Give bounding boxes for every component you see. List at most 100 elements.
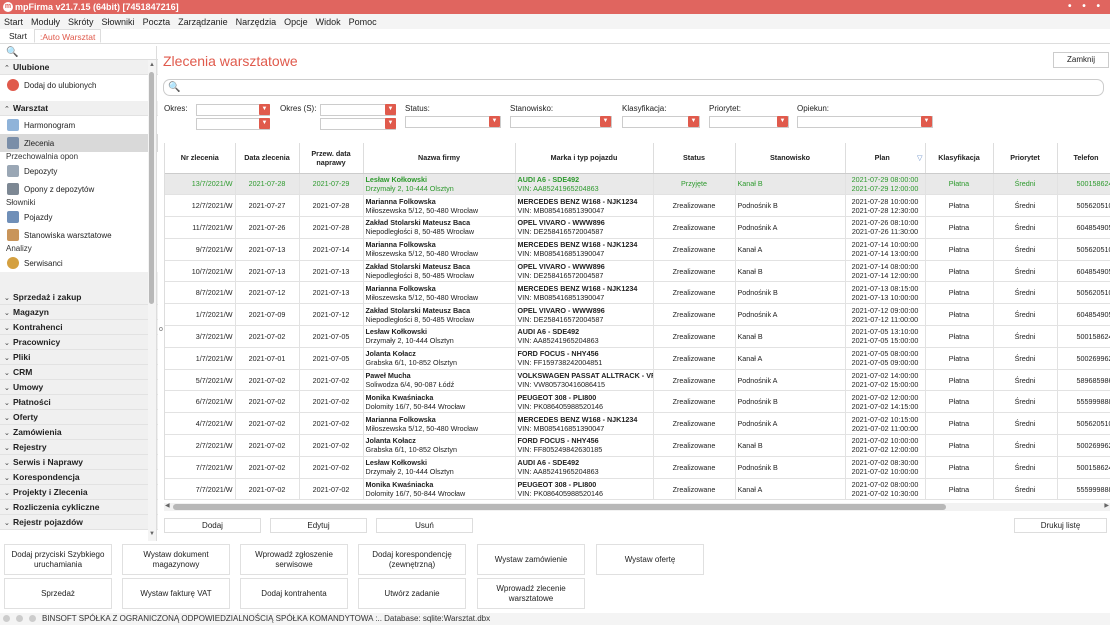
sidebar-item-pojazdy[interactable]: Pojazdy	[0, 208, 158, 226]
quick-offer-button[interactable]: Wystaw ofertę	[596, 544, 704, 575]
window-controls-icon[interactable]: • • •	[1068, 0, 1104, 14]
sidebar-section-pracownicy[interactable]: ⌄ Pracownicy	[0, 335, 158, 350]
table-row[interactable]: 6/7/2021/W 2021-07-02 2021-07-02 Monika Kwa…	[165, 390, 1110, 414]
sidebar-section-korespondencja[interactable]: ⌄ Korespondencja	[0, 470, 158, 485]
menu-skroty[interactable]: Skróty	[68, 17, 94, 27]
table-row[interactable]: 8/7/2021/W 2021-07-12 2021-07-13 Marianna F…	[165, 281, 1110, 305]
col-marka[interactable]: Marka i typ pojazdu	[515, 143, 654, 174]
sidebar-item-zlecenia[interactable]: Zlecenia	[0, 134, 158, 152]
col-nr-zlecenia[interactable]: Nr zlecenia	[165, 143, 236, 174]
sidebar-item-serwisanci[interactable]: Serwisanci	[0, 254, 158, 272]
col-stanowisko[interactable]: Stanowisko	[735, 143, 846, 174]
scroll-left-icon[interactable]: ◀	[165, 502, 170, 509]
tab-start[interactable]: Start	[4, 29, 32, 43]
edit-button[interactable]: Edytuj	[270, 518, 367, 533]
quick-service-request-button[interactable]: Wprowadź zgłoszenie serwisowe	[240, 544, 348, 575]
sidebar-section-rozliczenia[interactable]: ⌄ Rozliczenia cykliczne	[0, 500, 158, 515]
col-klasyfikacja[interactable]: Klasyfikacja	[925, 143, 994, 174]
table-row[interactable]: 12/7/2021/W 2021-07-27 2021-07-28 Marianna …	[165, 194, 1110, 218]
quick-vat-invoice-button[interactable]: Wystaw fakturę VAT	[122, 578, 230, 609]
sidebar-item-dodaj-ulubione[interactable]: Dodaj do ulubionych	[0, 75, 158, 95]
quick-correspondence-button[interactable]: Dodaj korespondencję (zewnętrzną)	[358, 544, 466, 575]
close-button[interactable]: Zamknij	[1053, 52, 1109, 68]
tab-auto-warsztat[interactable]: :Auto Warsztat	[33, 29, 102, 43]
quick-warehouse-doc-button[interactable]: Wystaw dokument magazynowy	[122, 544, 230, 575]
menu-widok[interactable]: Widok	[316, 17, 341, 27]
filter-stanowisko-select[interactable]	[510, 116, 612, 128]
dropdown-arrow-icon[interactable]: ▼	[777, 116, 788, 127]
table-row[interactable]: 9/7/2021/W 2021-07-13 2021-07-14 Marianna F…	[165, 238, 1110, 261]
quick-sale-button[interactable]: Sprzedaż	[4, 578, 112, 609]
sidebar-item-stanowiska[interactable]: Stanowiska warsztatowe	[0, 226, 158, 244]
col-status[interactable]: Status	[653, 143, 736, 174]
add-button[interactable]: Dodaj	[164, 518, 261, 533]
delete-button[interactable]: Usuń	[376, 518, 473, 533]
panel-splitter[interactable]	[156, 46, 157, 541]
dropdown-arrow-icon[interactable]: ▼	[385, 104, 396, 115]
menu-pomoc[interactable]: Pomoc	[349, 17, 377, 27]
horizontal-scrollbar[interactable]: ◀ ▶	[164, 503, 1110, 511]
sidebar-section-sprzedaz[interactable]: ⌄ Sprzedaż i zakup	[0, 290, 158, 305]
sidebar-section-zamowienia[interactable]: ⌄ Zamówienia	[0, 425, 158, 440]
table-row[interactable]: 3/7/2021/W 2021-07-02 2021-07-05 Lesław Koł…	[165, 325, 1110, 348]
quick-workshop-order-button[interactable]: Wprowadź zlecenie warsztatowe	[477, 578, 585, 609]
menu-poczta[interactable]: Poczta	[143, 17, 171, 27]
quick-add-contractor-button[interactable]: Dodaj kontrahenta	[240, 578, 348, 609]
sidebar-section-ulubione[interactable]: ⌃ Ulubione	[0, 60, 158, 75]
scroll-right-icon[interactable]: ▶	[1104, 502, 1109, 509]
sidebar-section-umowy[interactable]: ⌄ Umowy	[0, 380, 158, 395]
sidebar-section-platnosci[interactable]: ⌄ Płatności	[0, 395, 158, 410]
quick-create-task-button[interactable]: Utwórz zadanie	[358, 578, 466, 609]
horizontal-scroll-thumb[interactable]	[173, 504, 946, 510]
dropdown-arrow-icon[interactable]: ▼	[259, 118, 270, 129]
sidebar-item-depozyty[interactable]: Depozyty	[0, 162, 158, 180]
filter-status-select[interactable]	[405, 116, 501, 128]
sidebar-section-rejestr-pojazdow[interactable]: ⌄ Rejestr pojazdów	[0, 515, 158, 530]
quick-add-shortcuts-button[interactable]: Dodaj przyciski Szybkiego uruchamiania	[4, 544, 112, 575]
dropdown-arrow-icon[interactable]: ▼	[489, 116, 500, 127]
sidebar-section-crm[interactable]: ⌄ CRM	[0, 365, 158, 380]
print-list-button[interactable]: Drukuj listę	[1014, 518, 1107, 533]
dropdown-arrow-icon[interactable]: ▼	[259, 104, 270, 115]
menu-opcje[interactable]: Opcje	[284, 17, 308, 27]
sidebar-item-harmonogram[interactable]: Harmonogram	[0, 116, 158, 134]
col-telefon[interactable]: Telefon	[1057, 143, 1110, 174]
table-row[interactable]: 2/7/2021/W 2021-07-02 2021-07-02 Jolanta Ko…	[165, 434, 1110, 457]
menu-start[interactable]: Start	[4, 17, 23, 27]
col-przew-data[interactable]: Przew. data naprawy	[299, 143, 364, 174]
menu-narzedzia[interactable]: Narzędzia	[236, 17, 277, 27]
table-row[interactable]: 7/7/2021/W 2021-07-02 2021-07-02 Lesław Koł…	[165, 456, 1110, 479]
sidebar-section-pliki[interactable]: ⌄ Pliki	[0, 350, 158, 365]
table-row[interactable]: 7/7/2021/W 2021-07-02 2021-07-02 Monika Kwa…	[165, 478, 1110, 500]
sidebar-section-projekty[interactable]: ⌄ Projekty i Zlecenia	[0, 485, 158, 500]
filter-opiekun-select[interactable]	[797, 116, 933, 128]
menu-zarzadzanie[interactable]: Zarządzanie	[178, 17, 228, 27]
table-row[interactable]: 5/7/2021/W 2021-07-02 2021-07-02 Paweł Much…	[165, 369, 1110, 392]
filter-icon[interactable]: ▽	[917, 153, 923, 162]
search-input[interactable]: 🔍	[163, 79, 1104, 96]
col-nazwa-firmy[interactable]: Nazwa firmy	[363, 143, 516, 174]
sidebar-section-oferty[interactable]: ⌄ Oferty	[0, 410, 158, 425]
scroll-down-icon[interactable]: ▼	[149, 531, 155, 537]
menu-moduly[interactable]: Moduły	[31, 17, 60, 27]
sidebar-section-kontrahenci[interactable]: ⌄ Kontrahenci	[0, 320, 158, 335]
col-priorytet[interactable]: Priorytet	[993, 143, 1058, 174]
table-row[interactable]: 1/7/2021/W 2021-07-01 2021-07-05 Jolanta Ko…	[165, 347, 1110, 370]
sidebar-section-rejestry[interactable]: ⌄ Rejestry	[0, 440, 158, 455]
table-row[interactable]: 4/7/2021/W 2021-07-02 2021-07-02 Marianna F…	[165, 412, 1110, 436]
dropdown-arrow-icon[interactable]: ▼	[921, 116, 932, 127]
sidebar-search[interactable]: 🔍	[0, 46, 158, 60]
table-row[interactable]: 1/7/2021/W 2021-07-09 2021-07-12 Zakład Sto…	[165, 303, 1110, 327]
col-data-zlecenia[interactable]: Data zlecenia	[235, 143, 300, 174]
dropdown-arrow-icon[interactable]: ▼	[385, 118, 396, 129]
table-row[interactable]: 13/7/2021/W 2021-07-28 2021-07-29 Lesław Ko…	[165, 173, 1110, 196]
sidebar-item-opony[interactable]: Opony z depozytów	[0, 180, 158, 198]
quick-order-button[interactable]: Wystaw zamówienie	[477, 544, 585, 575]
scroll-up-icon[interactable]: ▲	[149, 62, 155, 68]
sidebar-section-warsztat[interactable]: ⌃ Warsztat	[0, 101, 158, 116]
sidebar-section-serwis[interactable]: ⌄ Serwis i Naprawy	[0, 455, 158, 470]
dropdown-arrow-icon[interactable]: ▼	[688, 116, 699, 127]
dropdown-arrow-icon[interactable]: ▼	[600, 116, 611, 127]
table-row[interactable]: 11/7/2021/W 2021-07-26 2021-07-28 Zakład St…	[165, 216, 1110, 239]
col-plan[interactable]: Plan ▽	[845, 143, 926, 174]
